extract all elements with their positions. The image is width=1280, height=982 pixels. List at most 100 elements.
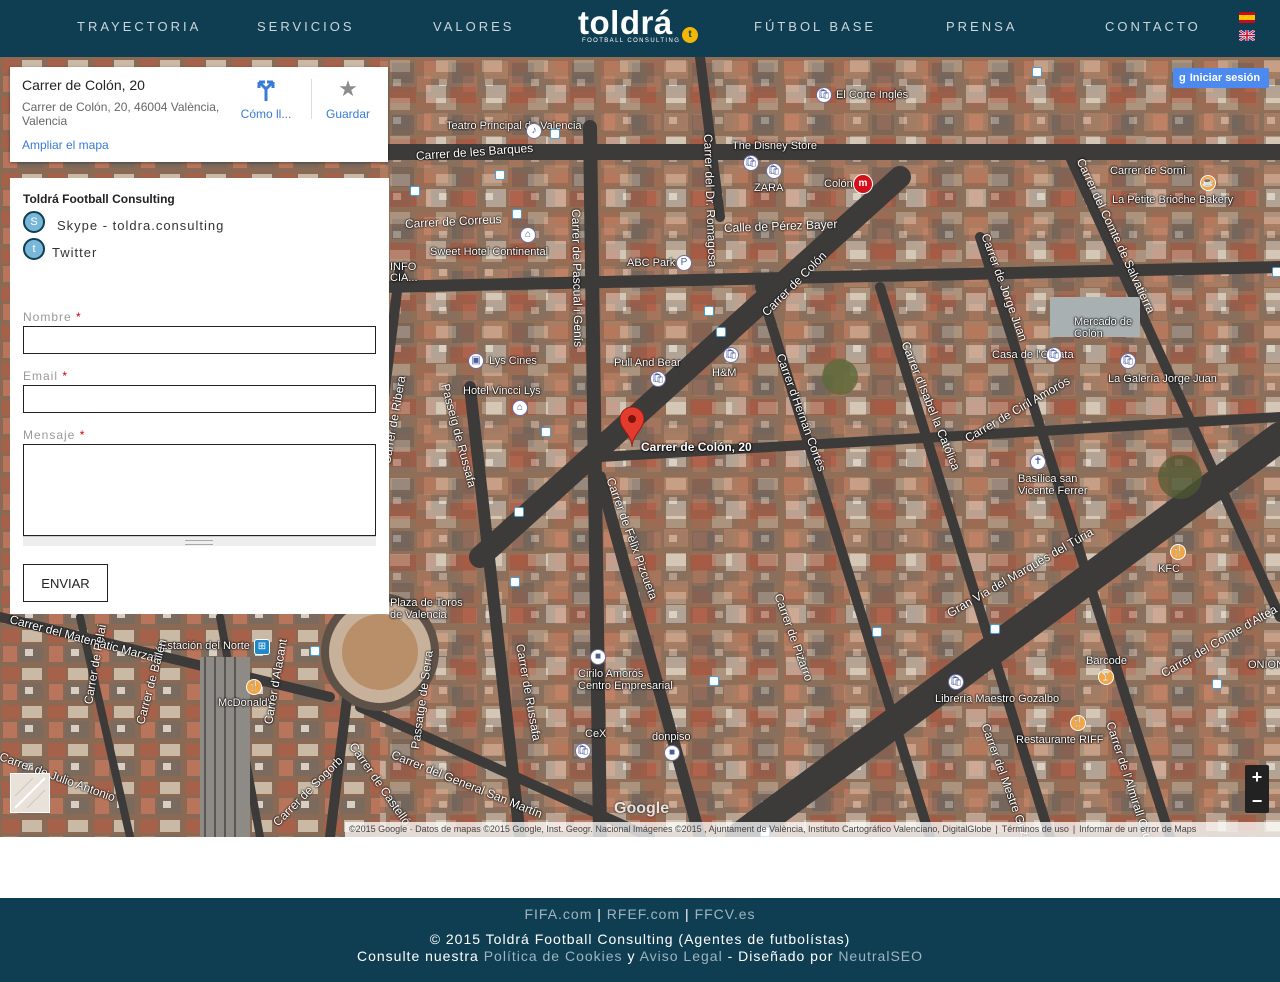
nav-servicios[interactable]: SERVICIOS xyxy=(257,19,355,34)
map-type-toggle[interactable] xyxy=(10,773,50,813)
flag-uk-icon[interactable] xyxy=(1239,30,1255,41)
sign-in-button[interactable]: g Iniciar sesión xyxy=(1173,68,1269,88)
map-label[interactable]: Pull And Bear xyxy=(614,357,681,369)
map-label[interactable]: La Galería Jorge Juan xyxy=(1108,373,1217,385)
fifa-link[interactable]: FIFA.com xyxy=(524,906,592,922)
shopping-icon[interactable]: 🛍 xyxy=(766,163,782,179)
bus-stop-icon[interactable] xyxy=(510,577,520,587)
map-label[interactable]: Teatro Principal de Valencia xyxy=(446,120,582,132)
zoom-out-button[interactable]: − xyxy=(1245,789,1269,813)
parking-icon[interactable]: P xyxy=(676,255,692,271)
twitter-link[interactable]: Twitter xyxy=(52,245,97,260)
email-field[interactable] xyxy=(23,385,376,413)
shopping-icon[interactable]: 🛍 xyxy=(743,155,759,171)
map-label[interactable]: Carrer de Sorní xyxy=(1110,165,1186,177)
shopping-icon[interactable]: 🛍 xyxy=(575,743,591,759)
terms-link[interactable]: Términos de uso xyxy=(998,824,1073,834)
designer-link[interactable]: NeutralSEO xyxy=(838,948,923,964)
report-error-link[interactable]: Informar de un error de Maps xyxy=(1075,824,1200,834)
map-label[interactable]: Mercado de Colón xyxy=(1074,316,1134,340)
bus-stop-icon[interactable] xyxy=(709,676,719,686)
shopping-icon[interactable]: 🛍 xyxy=(650,371,666,387)
church-icon[interactable]: ✝ xyxy=(1030,454,1046,470)
message-field[interactable] xyxy=(23,444,376,536)
map-label[interactable]: ZARA xyxy=(754,182,783,194)
map-label[interactable]: INFO CIA... xyxy=(390,262,420,284)
bus-stop-icon[interactable] xyxy=(541,427,551,437)
metro-icon[interactable]: m xyxy=(853,174,873,194)
save-button[interactable]: ★ Guardar xyxy=(316,77,380,122)
skype-link[interactable]: Skype - toldra.consulting xyxy=(57,218,224,233)
hotel-icon[interactable]: ⌂ xyxy=(512,400,528,416)
map-label[interactable]: The Disney Store xyxy=(732,140,817,152)
map-label[interactable]: H&M xyxy=(712,367,736,379)
map-label[interactable]: Cirilo Amorós Centro Empresarial xyxy=(578,668,678,692)
directions-button[interactable]: Cómo ll... xyxy=(234,77,298,121)
bus-stop-icon[interactable] xyxy=(872,627,882,637)
map-label[interactable]: La Petite Brioche Bakery xyxy=(1112,194,1233,206)
shopping-icon[interactable]: 🛍 xyxy=(816,87,832,103)
shopping-icon[interactable]: 🛍 xyxy=(948,674,964,690)
map-label[interactable]: Sweet Hotel Continental xyxy=(430,246,548,258)
bus-stop-icon[interactable] xyxy=(495,170,505,180)
map-label[interactable]: ONION xyxy=(1248,659,1280,671)
twitter-icon[interactable]: t xyxy=(23,238,45,260)
building-icon[interactable]: ■ xyxy=(664,745,680,761)
map-label[interactable]: Barcode xyxy=(1086,655,1127,667)
bus-stop-icon[interactable] xyxy=(514,507,524,517)
bar-icon[interactable]: 🍸 xyxy=(1098,669,1114,685)
nav-contacto[interactable]: CONTACTO xyxy=(1105,19,1201,34)
map-label[interactable]: El Corte Inglés xyxy=(836,89,908,101)
theater-icon[interactable]: ♪ xyxy=(526,123,542,139)
shopping-icon[interactable]: 🛍 xyxy=(1046,347,1062,363)
toldra-logo[interactable]: toldrá FOOTBALL CONSULTING t xyxy=(578,6,702,50)
restaurant-icon[interactable]: 🍴 xyxy=(1070,715,1086,731)
enlarge-map-link[interactable]: Ampliar el mapa xyxy=(22,138,109,152)
nav-futbol-base[interactable]: FÚTBOL BASE xyxy=(754,19,876,34)
nav-prensa[interactable]: PRENSA xyxy=(946,19,1017,34)
bus-stop-icon[interactable] xyxy=(1032,67,1042,77)
map-label[interactable]: donpiso xyxy=(652,731,691,743)
cinema-icon[interactable]: ▣ xyxy=(468,353,484,369)
name-field[interactable] xyxy=(23,326,376,354)
bus-stop-icon[interactable] xyxy=(704,306,714,316)
map-label[interactable]: ABC Park xyxy=(627,257,675,269)
bus-stop-icon[interactable] xyxy=(310,646,320,656)
map-label[interactable]: Plaza de Toros de Valencia xyxy=(390,597,470,621)
textarea-resize-handle[interactable] xyxy=(23,536,376,546)
zoom-in-button[interactable]: + xyxy=(1245,765,1269,789)
restaurant-icon[interactable]: 🍴 xyxy=(246,679,262,695)
ffcv-link[interactable]: FFCV.es xyxy=(695,906,756,922)
map-label[interactable]: Basílica san Vicente Ferrer xyxy=(1018,473,1098,497)
map-label[interactable]: CeX xyxy=(585,728,606,740)
cookies-link[interactable]: Política de Cookies xyxy=(484,948,623,964)
bus-stop-icon[interactable] xyxy=(410,186,420,196)
train-station-icon[interactable]: ⊞ xyxy=(254,639,270,655)
shopping-icon[interactable]: 🛍 xyxy=(723,347,739,363)
bus-stop-icon[interactable] xyxy=(1272,267,1280,277)
nav-valores[interactable]: VALORES xyxy=(433,19,514,34)
hotel-icon[interactable]: ⌂ xyxy=(520,227,536,243)
cafe-icon[interactable]: ☕ xyxy=(1200,175,1216,191)
map-label[interactable]: Restaurante RIFF xyxy=(1016,734,1103,746)
nav-trayectoria[interactable]: TRAYECTORIA xyxy=(77,19,201,34)
map-label[interactable]: Hotel Vincci Lys xyxy=(463,385,541,397)
bus-stop-icon[interactable] xyxy=(550,129,560,139)
rfef-link[interactable]: RFEF.com xyxy=(607,906,680,922)
bus-stop-icon[interactable] xyxy=(1212,679,1222,689)
map-label[interactable]: Estación del Norte xyxy=(160,640,250,652)
restaurant-icon[interactable]: 🍴 xyxy=(1170,544,1186,560)
map-label[interactable]: Librería Maestro Gozalbo xyxy=(935,693,1059,705)
building-icon[interactable]: ■ xyxy=(590,649,606,665)
flag-es-icon[interactable] xyxy=(1239,12,1255,23)
shopping-icon[interactable]: 🛍 xyxy=(1120,353,1136,369)
map-label[interactable]: Colón xyxy=(824,178,853,190)
map-label[interactable]: KFC xyxy=(1158,563,1180,575)
aviso-legal-link[interactable]: Aviso Legal xyxy=(640,948,723,964)
send-button[interactable]: ENVIAR xyxy=(23,564,108,602)
skype-icon[interactable]: S xyxy=(23,211,45,233)
bus-stop-icon[interactable] xyxy=(512,209,522,219)
bus-stop-icon[interactable] xyxy=(716,327,726,337)
bus-stop-icon[interactable] xyxy=(990,624,1000,634)
map-label[interactable]: Lys Cines xyxy=(489,355,537,367)
